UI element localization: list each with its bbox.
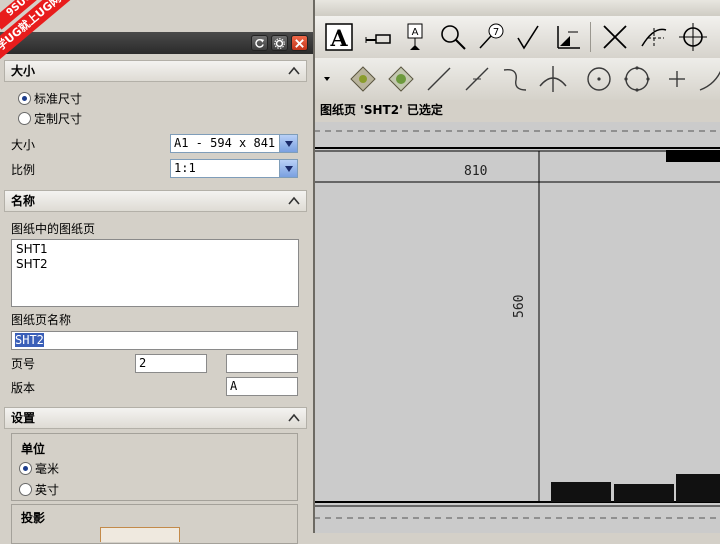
standard-size-label: 标准尺寸 <box>34 92 83 106</box>
sheet-name-label: 图纸页名称 <box>11 313 72 327</box>
title-block-right <box>676 474 720 502</box>
close-icon[interactable] <box>291 35 308 51</box>
scale-label: 比例 <box>11 163 36 177</box>
projection-option-button[interactable] <box>100 527 180 542</box>
cross-icon[interactable] <box>598 19 632 55</box>
size-label: 大小 <box>11 138 36 152</box>
endpoint-snap-icon[interactable] <box>422 61 456 97</box>
settings-gear-icon[interactable] <box>271 35 288 51</box>
point-on-curve-snap-icon[interactable] <box>694 61 720 97</box>
revision-label: 版本 <box>11 381 36 395</box>
center-mark-icon[interactable] <box>676 19 710 55</box>
custom-size-radio[interactable] <box>18 112 31 125</box>
millimeters-label: 毫米 <box>35 462 60 476</box>
id-symbol-icon[interactable]: 7 <box>474 19 508 55</box>
chevron-down-icon[interactable] <box>279 135 297 152</box>
sheet-name-field[interactable]: SHT2 <box>11 331 298 350</box>
feature-control-frame-icon[interactable] <box>360 19 394 55</box>
annotation-toolbar: A A 7 <box>314 16 720 59</box>
midpoint-snap-icon[interactable] <box>460 61 494 97</box>
section-name-title: 名称 <box>11 194 36 208</box>
drawing-canvas <box>314 130 720 519</box>
quadrant-snap-icon[interactable] <box>620 61 654 97</box>
projection-title: 投影 <box>21 511 46 525</box>
surface-finish-icon[interactable] <box>512 19 546 55</box>
svg-text:7: 7 <box>493 27 499 38</box>
dimension-vertical-label: 560 <box>512 294 527 318</box>
collapse-chevron-icon[interactable] <box>285 410 303 426</box>
title-block-left <box>551 482 611 502</box>
scale-select-value: 1:1 <box>174 161 196 175</box>
control-point-snap-icon[interactable] <box>498 61 532 97</box>
units-group: 单位 毫米 英寸 <box>11 433 298 501</box>
snap-grid-icon[interactable] <box>346 61 380 97</box>
svg-text:A: A <box>329 26 348 52</box>
section-size-header[interactable]: 大小 <box>4 60 307 82</box>
weld-symbol-icon[interactable] <box>550 19 584 55</box>
inches-label: 英寸 <box>35 483 60 497</box>
chevron-down-icon[interactable] <box>279 160 297 177</box>
page-number-field[interactable]: 2 <box>135 354 207 373</box>
list-item[interactable]: SHT1 <box>12 242 298 257</box>
dimension-horizontal-label: 810 <box>464 164 488 179</box>
section-name-header[interactable]: 名称 <box>4 190 307 212</box>
page-number-label: 页号 <box>11 357 36 371</box>
sheets-listbox[interactable]: SHT1 SHT2 <box>11 239 299 307</box>
snap-toolbar <box>314 58 720 101</box>
section-settings-header[interactable]: 设置 <box>4 407 307 429</box>
standard-size-radio[interactable] <box>18 92 31 105</box>
section-settings-title: 设置 <box>11 411 36 425</box>
title-block-middle <box>614 484 674 502</box>
drawing-sheet-area[interactable]: 810 560 <box>314 122 720 533</box>
dropdown-arrow-icon[interactable] <box>320 61 334 97</box>
collapse-chevron-icon[interactable] <box>285 63 303 79</box>
sheet-dialog: 大小 标准尺寸 定制尺寸 大小 A1 - 594 x 841 比例 1:1 名称… <box>0 0 315 544</box>
intersection-snap-icon[interactable] <box>536 61 570 97</box>
inches-radio[interactable] <box>19 483 32 496</box>
snap-point-icon[interactable] <box>384 61 418 97</box>
collapse-chevron-icon[interactable] <box>285 193 303 209</box>
svg-text:A: A <box>412 27 419 38</box>
list-item[interactable]: SHT2 <box>12 257 298 272</box>
offset-centerpoint-icon[interactable] <box>636 19 670 55</box>
datum-feature-icon[interactable]: A <box>398 19 432 55</box>
custom-size-label: 定制尺寸 <box>34 112 83 126</box>
size-select-value: A1 - 594 x 841 <box>174 136 276 150</box>
millimeters-radio[interactable] <box>19 462 32 475</box>
projection-group: 投影 <box>11 504 298 544</box>
status-line: 图纸页 'SHT2' 已选定 <box>314 100 720 122</box>
revision-field[interactable]: A <box>226 377 298 396</box>
dialog-titlebar[interactable] <box>0 32 313 54</box>
page-number-extra-field[interactable] <box>226 354 298 373</box>
size-select[interactable]: A1 - 594 x 841 <box>170 134 298 153</box>
sheets-list-label: 图纸中的图纸页 <box>11 222 96 236</box>
section-size-title: 大小 <box>11 64 36 78</box>
units-title: 单位 <box>21 442 46 456</box>
note-tool-icon[interactable]: A <box>322 19 356 55</box>
reset-icon[interactable] <box>251 35 268 51</box>
arc-center-snap-icon[interactable] <box>582 61 616 97</box>
scale-select[interactable]: 1:1 <box>170 159 298 178</box>
magnifier-icon[interactable] <box>436 19 470 55</box>
point-snap-icon[interactable] <box>660 61 694 97</box>
sheet-name-value: SHT2 <box>15 333 44 347</box>
title-block-top-marks <box>666 150 720 162</box>
toolbar-separator <box>590 22 591 52</box>
